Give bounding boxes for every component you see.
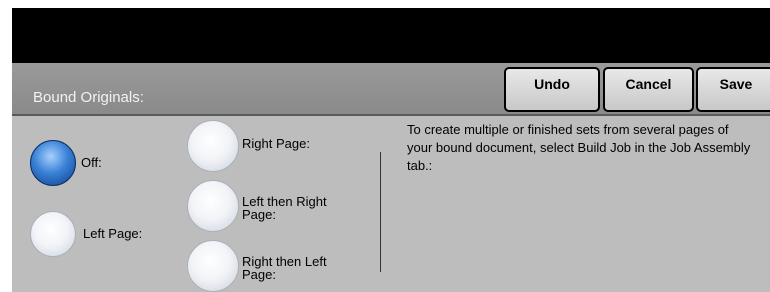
radio-button-icon[interactable]	[187, 180, 239, 232]
radio-button-icon[interactable]	[187, 240, 239, 292]
radio-option-left-page[interactable]: Left Page:	[30, 211, 180, 257]
radio-option-left-then-right[interactable]: Left then Right Page:	[187, 180, 357, 232]
radio-label-left-then-right: Left then Right Page:	[242, 194, 327, 222]
cancel-button[interactable]: Cancel	[603, 67, 694, 112]
header-bar: Bound Originals: Undo Cancel Save	[12, 63, 770, 116]
screen: Bound Originals: Undo Cancel Save Off: L…	[12, 8, 770, 292]
radio-button-selected-icon[interactable]	[30, 140, 76, 186]
top-bar	[12, 8, 770, 63]
radio-option-right-then-left[interactable]: Right then Left Page:	[187, 240, 357, 292]
save-button[interactable]: Save	[696, 67, 770, 112]
radio-button-icon[interactable]	[30, 211, 76, 257]
radio-option-right-page[interactable]: Right Page:	[187, 120, 357, 172]
divider	[380, 152, 381, 272]
radio-option-off[interactable]: Off:	[30, 140, 150, 186]
radio-button-icon[interactable]	[187, 120, 239, 172]
radio-label-right-page: Right Page:	[242, 136, 310, 151]
info-text: To create multiple or finished sets from…	[407, 122, 751, 173]
options-panel: Off: Left Page: Right Page: Left then Ri…	[12, 116, 770, 292]
undo-button[interactable]: Undo	[504, 67, 600, 112]
radio-label-right-then-left: Right then Left Page:	[242, 254, 327, 282]
radio-label-left-page: Left Page:	[83, 226, 143, 241]
radio-label-off: Off:	[81, 155, 102, 170]
page-title: Bound Originals:	[33, 89, 144, 106]
